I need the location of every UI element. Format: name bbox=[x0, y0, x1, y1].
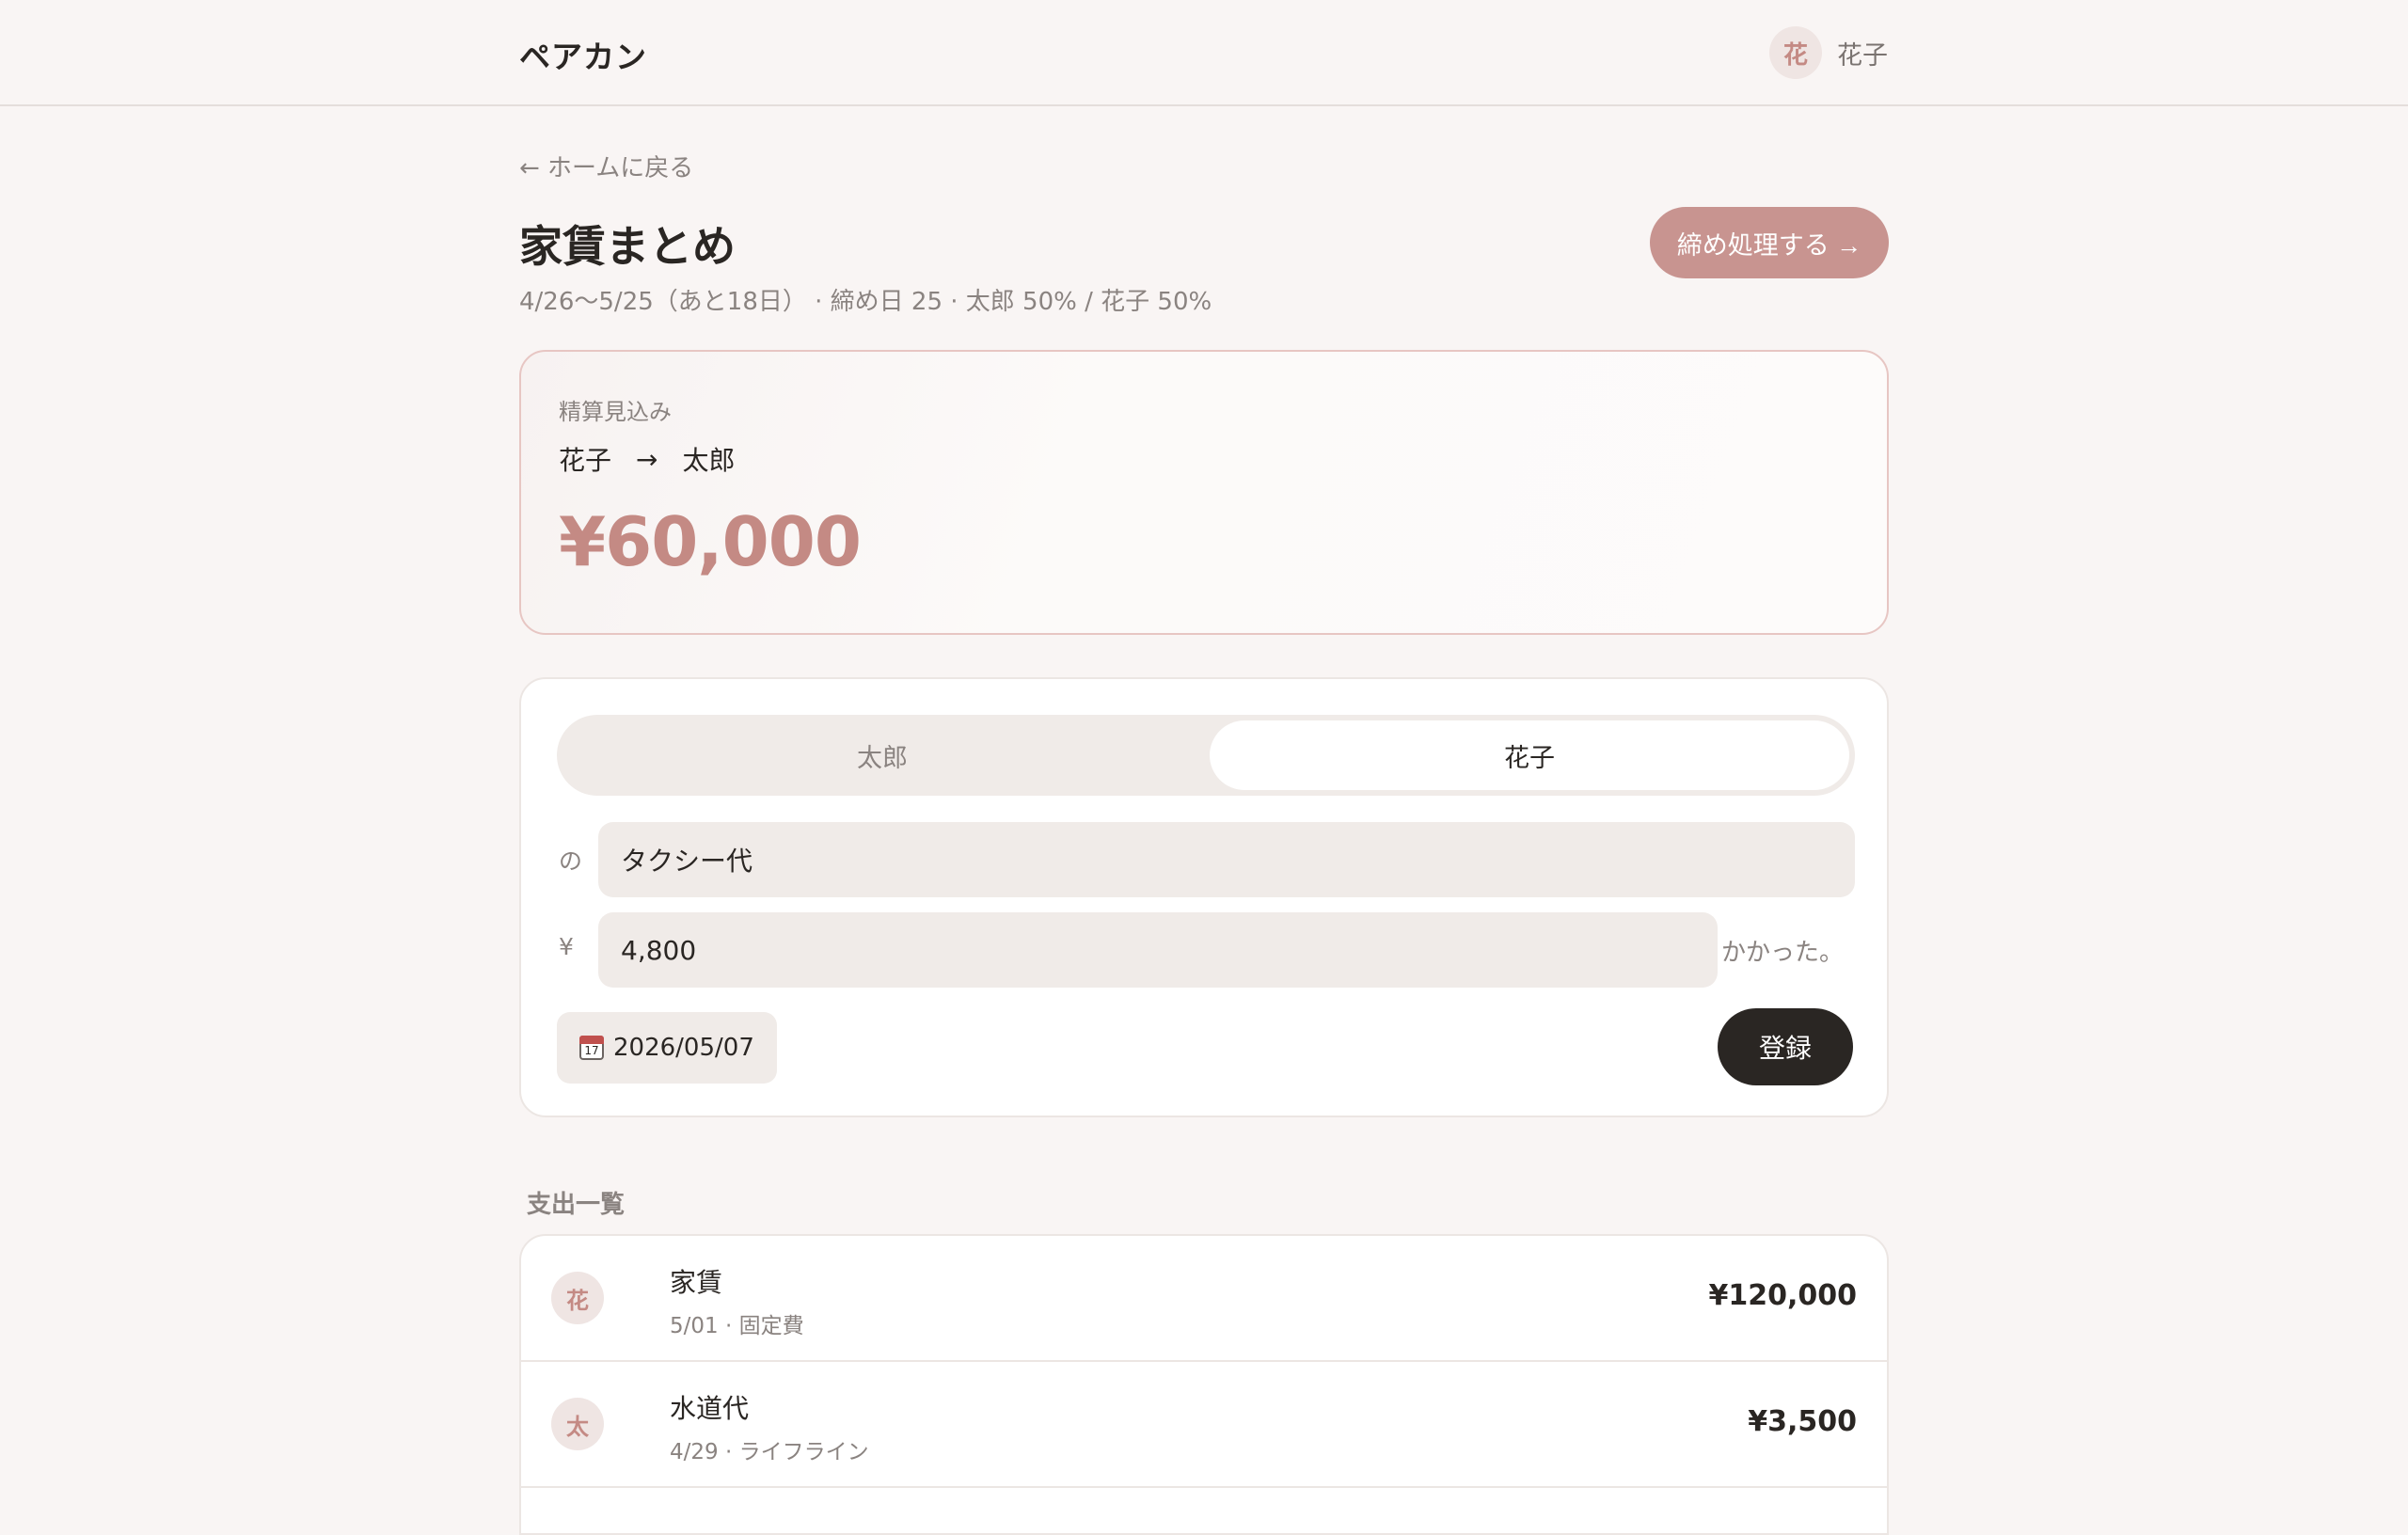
settlement-to: 太郎 bbox=[682, 445, 736, 476]
date-picker-button[interactable]: 17 2026/05/07 bbox=[557, 1012, 777, 1084]
payer-option-taro[interactable]: 太郎 bbox=[562, 720, 1202, 790]
amount-suffix-label: かかった。 bbox=[1720, 939, 1844, 967]
user-name: 花子 bbox=[1837, 40, 1888, 71]
app-brand[interactable]: ペアカン bbox=[519, 32, 647, 77]
arrow-right-icon: → bbox=[636, 443, 658, 475]
list-item[interactable]: 花 家賃 5/01 · 固定費 ¥120,000 bbox=[521, 1236, 1887, 1362]
expense-meta: 5/01 · 固定費 bbox=[670, 1314, 804, 1338]
page-title: 家賃まとめ bbox=[519, 221, 736, 272]
date-value: 2026/05/07 bbox=[613, 1034, 754, 1062]
payer-option-hanako[interactable]: 花子 bbox=[1210, 720, 1849, 790]
item-prefix-label: の bbox=[559, 847, 583, 875]
settlement-from: 花子 bbox=[559, 445, 612, 476]
amount-input-value: 4,800 bbox=[621, 934, 697, 966]
amount-input[interactable]: 4,800 bbox=[598, 912, 1718, 988]
expense-form: 太郎 花子 の タクシー代 ¥ 4,800 かかった。 17 2026/05/0… bbox=[519, 677, 1889, 1117]
calendar-icon: 17 bbox=[579, 1036, 604, 1060]
item-input[interactable]: タクシー代 bbox=[598, 822, 1855, 897]
expense-meta: 4/29 · ライフライン bbox=[670, 1440, 869, 1464]
payer-avatar: 花 bbox=[551, 1272, 604, 1324]
settlement-amount: ¥60,000 bbox=[559, 502, 862, 581]
expense-list-title: 支出一覧 bbox=[527, 1191, 626, 1219]
close-period-button[interactable]: 締め処理する → bbox=[1650, 207, 1889, 278]
back-to-home-link[interactable]: ← ホームに戻る bbox=[519, 149, 693, 183]
settlement-flow: 花子 → 太郎 bbox=[559, 440, 736, 478]
expense-title: 家賃 bbox=[670, 1267, 723, 1298]
user-menu[interactable]: 花 花子 bbox=[1769, 26, 1888, 79]
register-button[interactable]: 登録 bbox=[1718, 1008, 1853, 1085]
item-input-value: タクシー代 bbox=[621, 846, 753, 877]
expense-amount: ¥3,500 bbox=[1748, 1405, 1857, 1438]
expense-list: 花 家賃 5/01 · 固定費 ¥120,000 太 水道代 4/29 · ライ… bbox=[519, 1234, 1889, 1535]
user-avatar: 花 bbox=[1769, 26, 1822, 79]
top-bar: ペアカン 花 花子 bbox=[0, 0, 2408, 106]
period-summary: 4/26〜5/25（あと18日） · 締め日 25 · 太郎 50% / 花子 … bbox=[519, 288, 1212, 316]
currency-prefix-label: ¥ bbox=[559, 933, 574, 960]
list-item[interactable]: 太 水道代 4/29 · ライフライン ¥3,500 bbox=[521, 1362, 1887, 1488]
payer-toggle: 太郎 花子 bbox=[557, 715, 1855, 796]
expense-title: 水道代 bbox=[670, 1393, 750, 1424]
payer-avatar: 太 bbox=[551, 1398, 604, 1450]
settlement-label: 精算見込み bbox=[559, 399, 672, 425]
expense-amount: ¥120,000 bbox=[1708, 1279, 1857, 1312]
settlement-card: 精算見込み 花子 → 太郎 ¥60,000 bbox=[519, 350, 1889, 635]
